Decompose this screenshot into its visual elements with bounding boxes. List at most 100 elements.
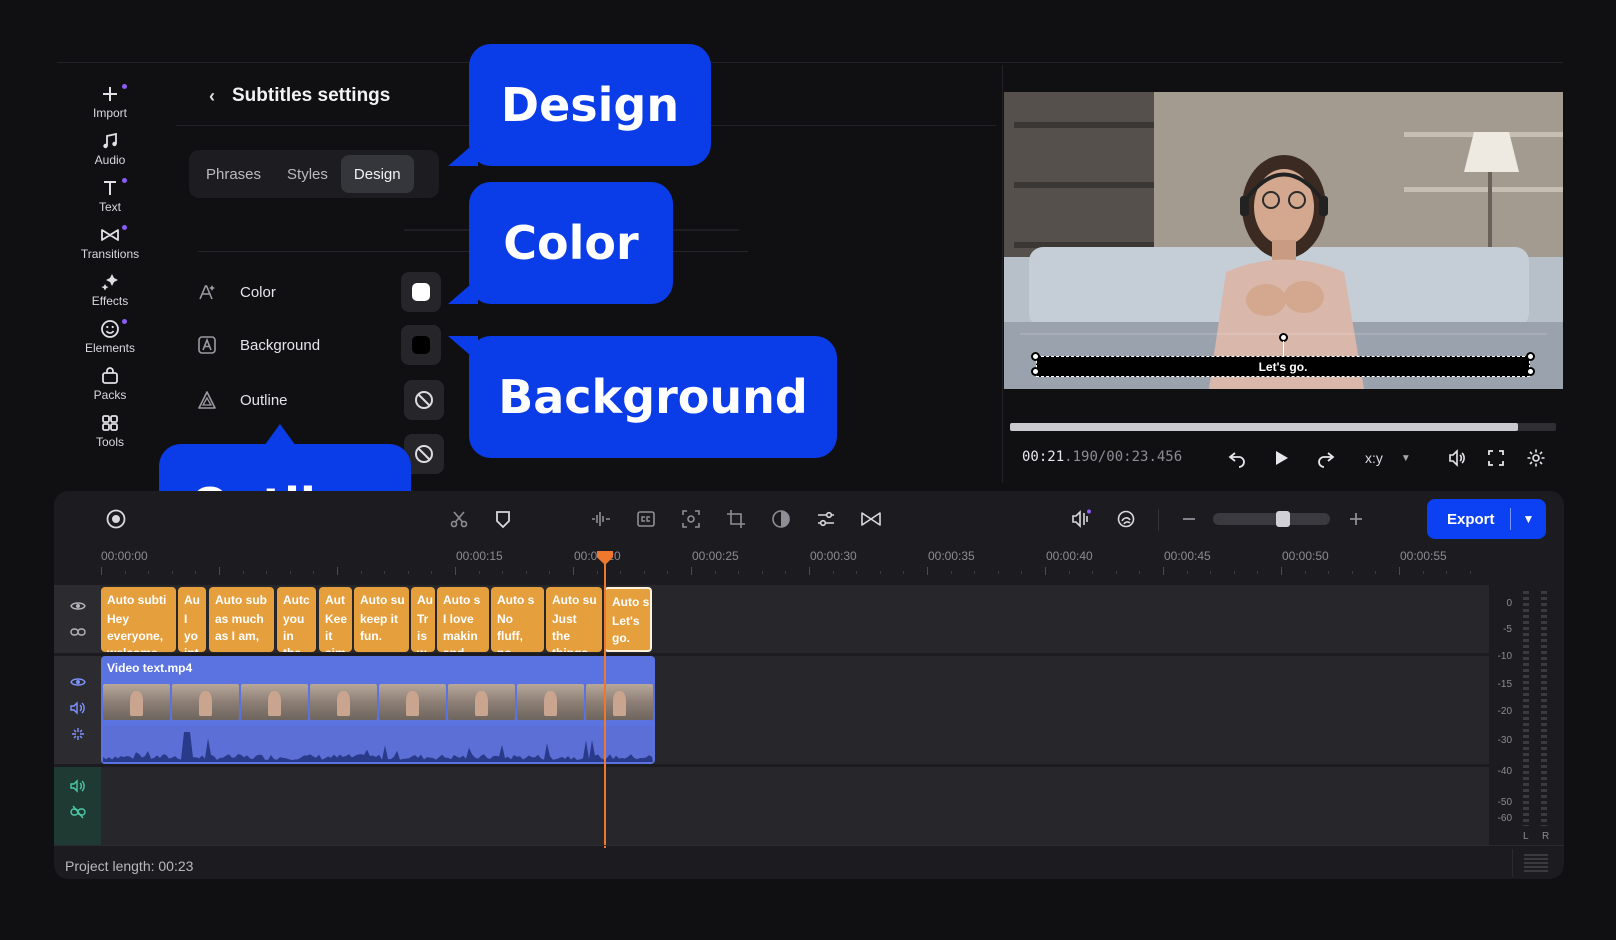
settings-button[interactable] — [1523, 445, 1549, 471]
ruler-tick — [974, 571, 975, 574]
top-divider — [57, 62, 1563, 63]
ruler-tick — [903, 571, 904, 574]
nav-item-tools[interactable]: Tools — [62, 407, 158, 454]
nav-item-transitions[interactable]: Transitions — [62, 219, 158, 266]
subtitle-clip[interactable]: Au Tr is w — [411, 587, 435, 652]
playback-progress[interactable] — [1010, 423, 1556, 431]
play-button[interactable] — [1268, 445, 1294, 471]
nav-item-audio[interactable]: Audio — [62, 125, 158, 172]
adjustments-button[interactable] — [812, 505, 840, 533]
nav-item-elements[interactable]: Elements — [62, 313, 158, 360]
tab-design[interactable]: Design — [340, 155, 414, 193]
nav-item-effects[interactable]: Effects — [62, 266, 158, 313]
callout-color: Color — [469, 182, 673, 304]
color-swatch-button[interactable] — [401, 272, 441, 312]
volume-button[interactable] — [1444, 445, 1470, 471]
nav-item-packs[interactable]: Packs — [62, 360, 158, 407]
eye-icon[interactable] — [69, 597, 87, 615]
split-button[interactable] — [445, 505, 473, 533]
resize-handle[interactable] — [1526, 352, 1535, 361]
clip-title: Aut — [325, 593, 345, 607]
eye-icon[interactable] — [69, 673, 87, 691]
resize-handle[interactable] — [1031, 352, 1040, 361]
ruler-tick — [667, 571, 668, 574]
chevron-down-icon[interactable]: ▼ — [1511, 512, 1546, 526]
captions-button[interactable] — [632, 505, 660, 533]
sliders-icon — [818, 511, 834, 527]
timecode: 00:21.190/00:23.456 — [1022, 449, 1182, 465]
subtitle-clip[interactable]: Auto sub as much as I am, — [209, 587, 274, 652]
ruler-tick — [1021, 571, 1022, 574]
clip-title: Auto sub — [215, 593, 267, 607]
new-indicator-dot — [122, 84, 127, 89]
plus-icon — [1350, 513, 1362, 525]
zoom-slider[interactable] — [1213, 513, 1330, 525]
back-chevron-icon[interactable]: ‹ — [200, 84, 224, 108]
focus-button[interactable] — [677, 505, 705, 533]
nav-item-import[interactable]: Import — [62, 78, 158, 125]
property-label: Outline — [240, 391, 288, 409]
ruler-tick — [337, 567, 338, 575]
subtitle-clip[interactable]: Au I yo int — [178, 587, 206, 652]
tab-styles[interactable]: Styles — [274, 155, 341, 193]
nav-item-label: Packs — [93, 387, 127, 402]
shield-icon — [496, 511, 510, 529]
ruler-tick — [172, 571, 173, 574]
subtitle-clip[interactable]: Auto su Just the things — [546, 587, 602, 652]
ruler-tick — [951, 571, 952, 574]
unlink-icon[interactable] — [69, 803, 87, 821]
play-icon — [1276, 451, 1288, 465]
video-clip-name: Video text.mp4 — [107, 661, 193, 675]
speaker-icon[interactable] — [69, 699, 87, 717]
subtitle-clip[interactable]: Auto subti Hey everyone, welcome — [101, 587, 176, 652]
subtitle-clip[interactable]: Autc you in the — [277, 587, 316, 652]
zoom-in-button[interactable] — [1342, 505, 1370, 533]
crop-button[interactable] — [722, 505, 750, 533]
color-adjust-button[interactable] — [767, 505, 795, 533]
clip-text: Kee it sim — [325, 612, 348, 652]
ruler-tick — [1352, 571, 1353, 574]
ruler-tick — [479, 571, 480, 574]
undo-button[interactable] — [1224, 445, 1250, 471]
ruler-tick — [1187, 571, 1188, 574]
subtitle-clip[interactable]: Aut Kee it sim — [319, 587, 352, 652]
zoom-slider-knob[interactable] — [1276, 511, 1290, 527]
effects-icon[interactable] — [69, 725, 87, 743]
export-button[interactable]: Export ▼ — [1427, 499, 1546, 539]
timecode-current-ms: .190 — [1064, 449, 1098, 465]
fullscreen-button[interactable] — [1483, 445, 1509, 471]
ruler-tick — [243, 571, 244, 574]
tab-phrases[interactable]: Phrases — [193, 155, 274, 193]
background-swatch-button[interactable] — [401, 325, 441, 365]
grid-tools-icon — [102, 414, 118, 431]
resize-handle[interactable] — [1526, 367, 1535, 376]
speaker-icon[interactable] — [69, 777, 87, 795]
subtitle-clip-selected[interactable]: Auto s Let's go. — [604, 587, 652, 652]
audio-split-button[interactable] — [587, 505, 615, 533]
redo-button[interactable] — [1313, 445, 1339, 471]
outline-none-button[interactable] — [404, 380, 444, 420]
subtitle-clip[interactable]: Auto s No fluff, no — [491, 587, 544, 652]
ruler-label: 00:00:15 — [456, 549, 503, 563]
marker-button[interactable] — [489, 505, 517, 533]
video-clip[interactable]: Video text.mp4 — [101, 656, 655, 764]
subtitle-clip[interactable]: Auto su keep it fun. — [354, 587, 409, 652]
magnet-button[interactable] — [1112, 505, 1140, 533]
video-thumbnail — [379, 684, 446, 720]
voiceover-button[interactable] — [1067, 505, 1095, 533]
record-button[interactable] — [102, 505, 130, 533]
nav-item-text[interactable]: Text — [62, 172, 158, 219]
subtitle-overlay[interactable]: Let's go. — [1036, 356, 1530, 377]
playhead[interactable] — [604, 555, 606, 848]
aspect-ratio-select[interactable]: x:y ▼ — [1365, 450, 1411, 466]
resize-handle[interactable] — [1031, 367, 1040, 376]
link-icon[interactable] — [69, 623, 87, 641]
ruler-label: 00:00:00 — [101, 549, 148, 563]
footer-separator — [1512, 849, 1513, 877]
meter-label: -15 — [1497, 679, 1512, 690]
zoom-out-button[interactable] — [1175, 505, 1203, 533]
ruler-tick — [738, 571, 739, 574]
transition-button[interactable] — [857, 505, 885, 533]
speaker-icon — [1449, 449, 1465, 467]
subtitle-clip[interactable]: Auto s I love makin and — [437, 587, 489, 652]
